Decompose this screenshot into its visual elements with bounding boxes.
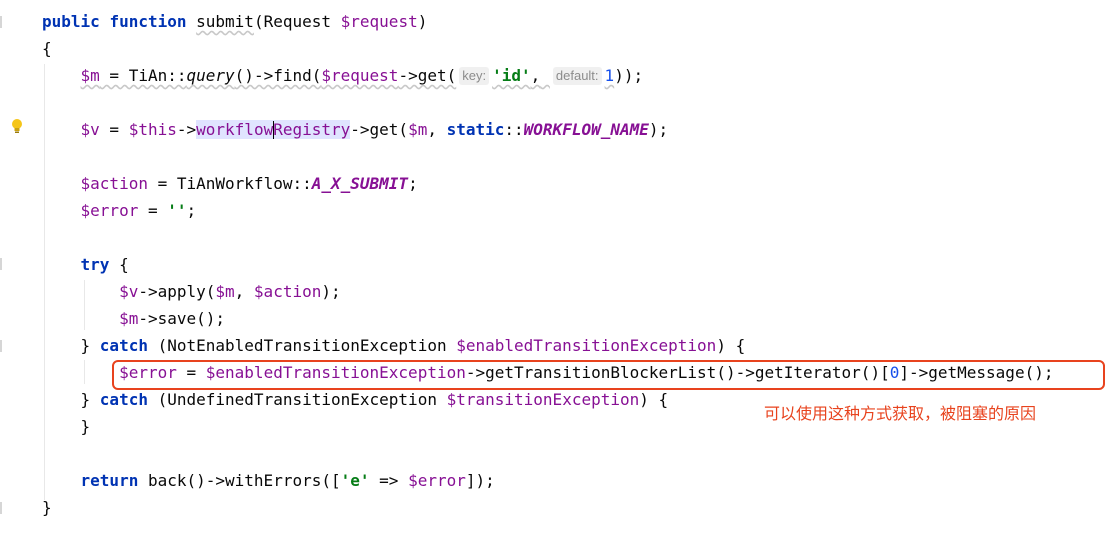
code-text: , xyxy=(234,282,254,301)
code-line-12[interactable]: } catch (UndefinedTransitionException $t… xyxy=(42,389,669,411)
code-line-8[interactable]: $v->apply($m, $action); xyxy=(42,281,341,303)
variable: $request xyxy=(321,66,399,85)
code-text: = TiAn:: xyxy=(99,66,187,85)
keyword: catch xyxy=(99,336,148,355)
code-text: { xyxy=(109,255,129,274)
keyword: static xyxy=(446,120,505,139)
annotation-text: 可以使用这种方式获取，被阻塞的原因 xyxy=(764,404,1037,423)
code-text: ) xyxy=(417,12,428,31)
editor-gutter xyxy=(0,0,42,537)
code-line-3[interactable]: $m = TiAn::query()->find($request->get(k… xyxy=(42,65,643,87)
keyword: try xyxy=(80,255,110,274)
intention-bulb-icon[interactable] xyxy=(10,118,24,134)
code-text: -> xyxy=(176,120,197,139)
code-text: ) { xyxy=(716,336,746,355)
parameter-hint: default: xyxy=(552,67,602,85)
variable: $enabledTransitionException xyxy=(456,336,717,355)
code-text: back()->withErrors([ xyxy=(138,471,341,490)
variable: $action xyxy=(80,174,148,193)
code-text: ; xyxy=(186,201,197,220)
constant: A_X_SUBMIT xyxy=(311,174,409,193)
keyword: public xyxy=(42,12,100,31)
gutter-fold-marker[interactable] xyxy=(0,16,2,28)
variable: $request xyxy=(340,12,418,31)
code-line-7[interactable]: try { xyxy=(42,254,129,276)
variable: $m xyxy=(80,66,100,85)
code-text: ->apply( xyxy=(138,282,216,301)
code-text: = TiAnWorkflow:: xyxy=(147,174,312,193)
code-text: ->get( xyxy=(350,120,409,139)
code-text: => xyxy=(369,471,409,490)
code-text: ; xyxy=(408,174,418,193)
code-line-13[interactable]: } xyxy=(42,416,91,438)
string-literal: 'e' xyxy=(340,471,370,490)
brace: } xyxy=(80,417,91,436)
number-literal: 1 xyxy=(604,66,615,85)
code-text: (Request xyxy=(253,12,341,31)
string-literal: 'id' xyxy=(492,66,531,85)
code-text: = xyxy=(138,201,168,220)
code-line-2[interactable]: { xyxy=(42,38,52,60)
constant: WORKFLOW_NAME xyxy=(523,120,649,139)
function-name: submit xyxy=(196,12,254,31)
code-line-6[interactable]: $error = ''; xyxy=(42,200,197,222)
code-line-1[interactable]: public function submit(Request $request) xyxy=(42,11,427,33)
string-literal: '' xyxy=(167,201,187,220)
gutter-fold-marker[interactable] xyxy=(0,340,2,352)
code-text: (UndefinedTransitionException xyxy=(147,390,447,409)
code-line-5[interactable]: $action = TiAnWorkflow::A_X_SUBMIT; xyxy=(42,173,418,195)
variable: $m xyxy=(215,282,235,301)
variable: $error xyxy=(408,471,466,490)
code-text: (NotEnabledTransitionException xyxy=(147,336,457,355)
code-text: , xyxy=(530,66,541,85)
keyword: catch xyxy=(99,390,148,409)
variable: $this xyxy=(128,120,177,139)
static-method: query xyxy=(186,66,235,85)
code-text: ]); xyxy=(465,471,495,490)
gutter-fold-marker[interactable] xyxy=(0,502,2,514)
variable: $transitionException xyxy=(446,390,640,409)
brace: { xyxy=(42,39,52,58)
keyword: function xyxy=(109,12,187,31)
variable: $m xyxy=(408,120,428,139)
variable: $error xyxy=(80,201,139,220)
code-text: ()->find( xyxy=(234,66,322,85)
code-text: ) { xyxy=(639,390,669,409)
highlight-box xyxy=(112,360,1105,390)
gutter-fold-marker[interactable] xyxy=(0,258,2,270)
parameter-hint: key: xyxy=(459,67,490,85)
code-line-15[interactable]: } xyxy=(42,497,52,519)
variable: $v xyxy=(80,120,100,139)
brace: } xyxy=(42,498,52,517)
variable: $v xyxy=(119,282,139,301)
code-text: } xyxy=(80,336,100,355)
code-text: ); xyxy=(321,282,341,301)
variable: $action xyxy=(253,282,322,301)
code-text: = xyxy=(99,120,129,139)
code-text: } xyxy=(80,390,100,409)
code-line-10[interactable]: } catch (NotEnabledTransitionException $… xyxy=(42,335,746,357)
code-text: )); xyxy=(614,66,644,85)
code-line-14[interactable]: return back()->withErrors(['e' => $error… xyxy=(42,470,495,492)
keyword: return xyxy=(80,471,139,490)
code-text: ); xyxy=(648,120,669,139)
code-text: , xyxy=(427,120,447,139)
code-line-9[interactable]: $m->save(); xyxy=(42,308,225,330)
code-text: ->save(); xyxy=(138,309,226,328)
variable: $m xyxy=(119,309,139,328)
code-line-4[interactable]: $v = $this->workflowRegistry->get($m, st… xyxy=(42,119,668,141)
text-caret xyxy=(273,121,274,139)
code-text: ->get( xyxy=(398,66,457,85)
code-text: :: xyxy=(504,120,524,139)
